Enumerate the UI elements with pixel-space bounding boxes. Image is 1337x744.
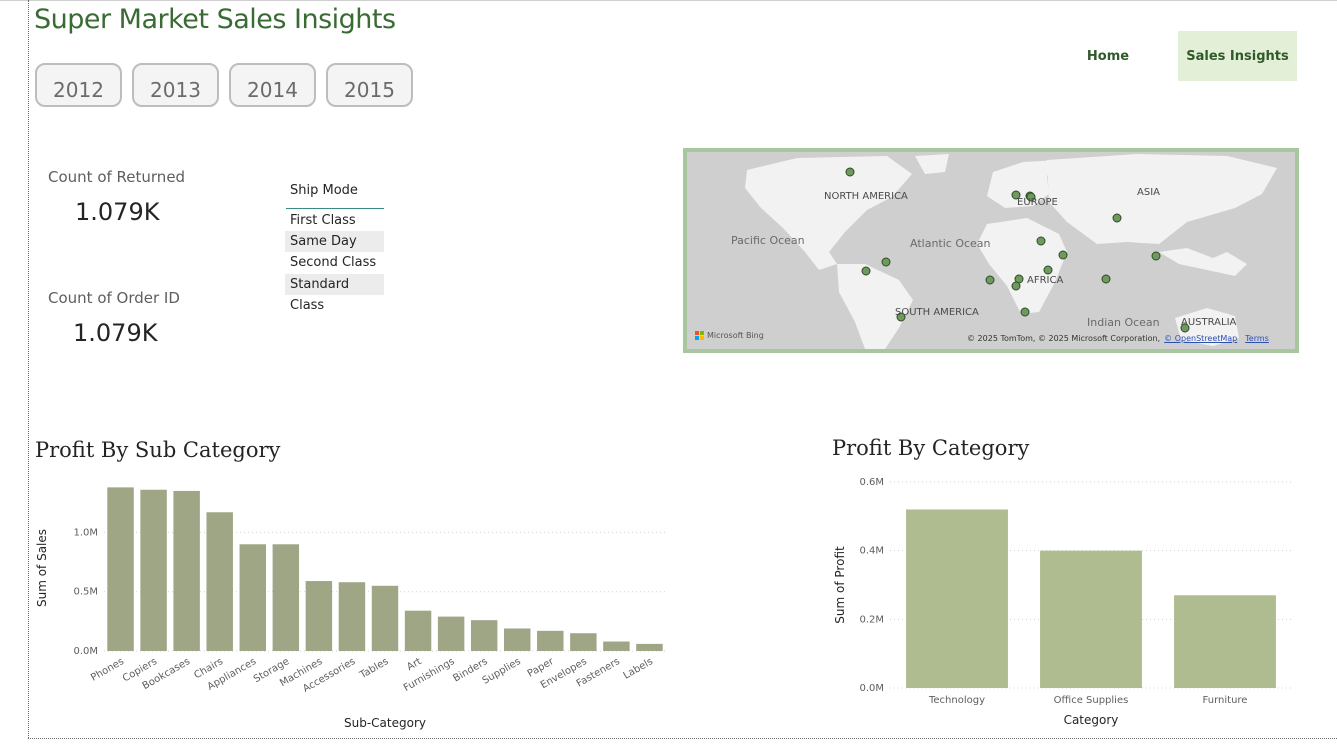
- slicer-item-second-class[interactable]: Second Class: [285, 252, 384, 273]
- map-terms-link[interactable]: Terms: [1245, 334, 1269, 343]
- x-axis-title: Sub-Category: [344, 716, 426, 730]
- bar-chairs: [206, 512, 233, 651]
- year-button-2014[interactable]: 2014: [229, 63, 316, 107]
- bar-art: [404, 610, 432, 651]
- slicer-item-standard-class[interactable]: Standard Class: [285, 274, 384, 313]
- ship-mode-slicer-title: Ship Mode: [290, 183, 358, 198]
- y-tick-label: 1.0M: [73, 527, 98, 538]
- openstreetmap-link[interactable]: © OpenStreetMap: [1164, 334, 1237, 343]
- x-tick-label: Office Supplies: [1054, 695, 1129, 706]
- y-tick-label: 0.0M: [859, 683, 884, 694]
- report-title: Super Market Sales Insights: [34, 4, 396, 35]
- map-label-asia: ASIA: [1137, 187, 1160, 198]
- bar-binders: [470, 620, 498, 651]
- profit-by-category-chart[interactable]: 0.0M 0.2M 0.4M 0.6M Technology Office Supplie…: [828, 468, 1298, 738]
- bar-copiers: [140, 489, 167, 651]
- bar-paper: [537, 630, 564, 651]
- sales-map[interactable]: NORTH AMERICA EUROPE ASIA AFRICA SOUTH A…: [683, 148, 1299, 353]
- x-tick-label: Phones: [89, 656, 126, 684]
- bar-supplies: [504, 628, 531, 651]
- slicer-item-first-class[interactable]: First Class: [285, 210, 384, 231]
- y-tick-label: 0.4M: [859, 546, 884, 557]
- map-label-europe: EUROPE: [1017, 197, 1058, 208]
- bar-furnishings: [437, 616, 465, 651]
- x-tick-label: Technology: [928, 695, 985, 706]
- bar-furniture: [1174, 595, 1276, 688]
- order-id-card-label: Count of Order ID: [48, 289, 180, 307]
- bar-labels: [636, 643, 663, 651]
- bar-office-supplies: [1040, 550, 1142, 688]
- x-tick-label: Tables: [357, 656, 390, 682]
- y-axis-title: Sum of Sales: [35, 529, 49, 607]
- year-button-2012[interactable]: 2012: [35, 63, 122, 107]
- order-id-card-value: 1.079K: [73, 319, 158, 347]
- bar-accessories: [338, 582, 366, 651]
- y-tick-label: 0.0M: [73, 646, 98, 657]
- profit-by-subcategory-chart[interactable]: 0.0M0.5M1.0MPhonesCopiersBookcases Chairs…: [30, 470, 690, 740]
- y-tick-label: 0.6M: [859, 477, 884, 488]
- report-left-border: [28, 0, 29, 738]
- top-border: [0, 0, 1337, 1]
- sales-insights-nav-button[interactable]: Sales Insights: [1178, 31, 1297, 81]
- map-label-pacific-ocean: Pacific Ocean: [731, 234, 805, 247]
- y-tick-label: 0.2M: [859, 614, 884, 625]
- bar-technology: [906, 509, 1008, 688]
- category-chart-title: Profit By Category: [832, 436, 1030, 460]
- bar-envelopes: [570, 633, 597, 651]
- y-tick-label: 0.5M: [73, 587, 98, 598]
- slicer-underline: [286, 208, 384, 209]
- map-label-australia: AUSTRALIA: [1181, 317, 1237, 328]
- year-button-2015[interactable]: 2015: [326, 63, 413, 107]
- x-tick-label: Supplies: [481, 656, 523, 687]
- y-axis-title: Sum of Profit: [833, 546, 847, 624]
- returned-card-label: Count of Returned: [48, 168, 186, 186]
- bar-phones: [107, 487, 134, 651]
- microsoft-bing-logo: Microsoft Bing: [695, 331, 764, 340]
- bar-appliances: [239, 544, 266, 651]
- x-axis-title: Category: [1064, 713, 1119, 727]
- map-label-south-america: SOUTH AMERICA: [895, 307, 979, 318]
- bar-machines: [305, 581, 333, 651]
- map-label-africa: AFRICA: [1027, 275, 1064, 286]
- x-tick-label: Art: [405, 656, 423, 673]
- map-attribution: © 2025 TomTom, © 2025 Microsoft Corporat…: [967, 334, 1269, 343]
- map-label-atlantic-ocean: Atlantic Ocean: [910, 237, 991, 250]
- home-nav-button[interactable]: Home: [1058, 31, 1158, 81]
- x-tick-label: Furniture: [1203, 695, 1248, 706]
- bar-tables: [371, 585, 399, 651]
- subcategory-chart-title: Profit By Sub Category: [35, 438, 281, 462]
- bar-bookcases: [173, 490, 200, 651]
- x-tick-label: Labels: [622, 656, 655, 682]
- bar-fasteners: [603, 641, 630, 651]
- returned-card-value: 1.079K: [75, 198, 160, 226]
- map-label-north-america: NORTH AMERICA: [824, 191, 908, 202]
- slicer-item-same-day[interactable]: Same Day: [285, 231, 384, 252]
- microsoft-logo-icon: [695, 331, 704, 340]
- year-button-2013[interactable]: 2013: [132, 63, 219, 107]
- map-label-indian-ocean: Indian Ocean: [1087, 316, 1160, 329]
- bar-storage: [272, 544, 300, 651]
